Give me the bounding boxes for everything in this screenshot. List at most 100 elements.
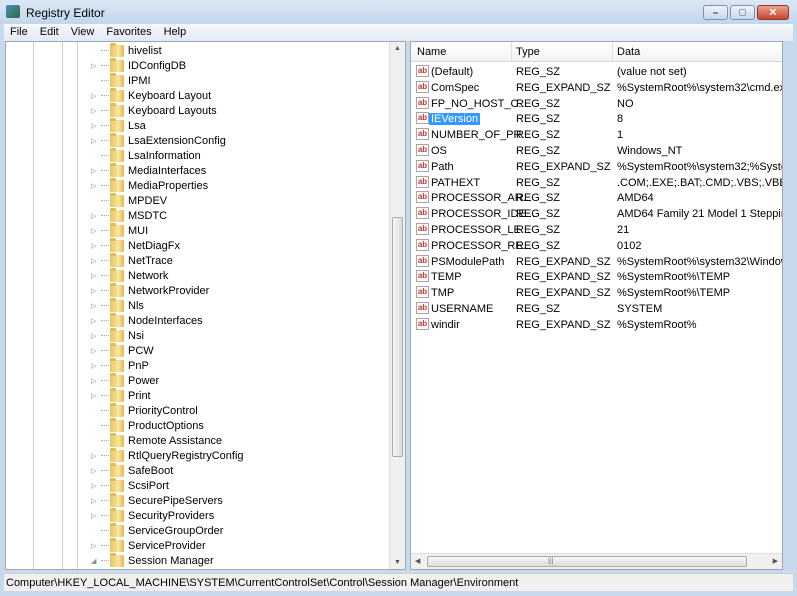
- tree-item[interactable]: ▷ ServiceProvider: [91, 537, 206, 553]
- maximize-button[interactable]: □: [730, 5, 755, 20]
- value-row[interactable]: ab PROCESSOR_RE... REG_SZ 0102: [411, 238, 782, 254]
- expand-arrow-icon[interactable]: ▷: [91, 242, 101, 250]
- value-row[interactable]: ab FP_NO_HOST_C... REG_SZ NO: [411, 96, 782, 112]
- value-row[interactable]: ab ComSpec REG_EXPAND_SZ %SystemRoot%\syste…: [411, 80, 782, 96]
- tree-item[interactable]: ▷ LsaExtensionConfig: [91, 132, 226, 148]
- tree-item[interactable]: ▷ RtlQueryRegistryConfig: [91, 447, 244, 463]
- value-row[interactable]: ab windir REG_EXPAND_SZ %SystemRoot%: [411, 317, 782, 333]
- tree-vertical-scrollbar[interactable]: ▲ ▼: [389, 42, 405, 569]
- value-row[interactable]: ab Path REG_EXPAND_SZ %SystemRoot%\system32…: [411, 159, 782, 175]
- column-data[interactable]: Data: [617, 46, 640, 58]
- value-row[interactable]: ab PROCESSOR_AR... REG_SZ AMD64: [411, 190, 782, 206]
- tree-item[interactable]: ▷ IDConfigDB: [91, 57, 186, 73]
- value-row[interactable]: ab PATHEXT REG_SZ .COM;.EXE;.BAT;.CMD;.VBS;…: [411, 175, 782, 191]
- list-horizontal-scrollbar[interactable]: ◀ ||| ▶: [411, 553, 782, 569]
- expand-arrow-icon[interactable]: ▷: [91, 332, 101, 340]
- value-row[interactable]: ab NUMBER_OF_PR... REG_SZ 1: [411, 127, 782, 143]
- scroll-thumb[interactable]: [392, 217, 403, 457]
- value-row[interactable]: ab PROCESSOR_IDE... REG_SZ AMD64 Family 21 …: [411, 206, 782, 222]
- tree-item[interactable]: ▷ NodeInterfaces: [91, 312, 203, 328]
- scroll-left-icon[interactable]: ◀: [415, 557, 420, 565]
- value-row[interactable]: ab (Default) REG_SZ (value not set): [411, 64, 782, 80]
- menu-favorites[interactable]: Favorites: [100, 24, 157, 41]
- tree-item[interactable]: ServiceGroupOrder: [91, 522, 223, 538]
- tree-item[interactable]: ▷ NetDiagFx: [91, 237, 180, 253]
- expand-arrow-icon[interactable]: ▷: [91, 107, 101, 115]
- expand-arrow-icon[interactable]: ▷: [91, 62, 101, 70]
- tree-item[interactable]: ▷ NetworkProvider: [91, 282, 209, 298]
- close-button[interactable]: ✕: [757, 5, 789, 20]
- expand-arrow-icon[interactable]: ▷: [91, 512, 101, 520]
- expand-arrow-icon[interactable]: ▷: [91, 257, 101, 265]
- tree-item[interactable]: LsaInformation: [91, 147, 201, 163]
- value-row[interactable]: ab PROCESSOR_LE... REG_SZ 21: [411, 222, 782, 238]
- value-row[interactable]: ab IEVersion REG_SZ 8: [411, 111, 782, 127]
- tree-item[interactable]: ProductOptions: [91, 417, 204, 433]
- value-row[interactable]: ab OS REG_SZ Windows_NT: [411, 143, 782, 159]
- expand-arrow-icon[interactable]: ▷: [91, 347, 101, 355]
- expand-arrow-icon[interactable]: ▷: [91, 452, 101, 460]
- expand-arrow-icon[interactable]: ▷: [91, 92, 101, 100]
- tree-item[interactable]: ▷ NetTrace: [91, 252, 173, 268]
- scroll-up-icon[interactable]: ▲: [394, 45, 401, 52]
- scroll-thumb[interactable]: |||: [427, 556, 747, 567]
- expand-arrow-icon[interactable]: ▷: [91, 122, 101, 130]
- tree-item[interactable]: PriorityControl: [91, 402, 198, 418]
- tree-item[interactable]: IPMI: [91, 72, 151, 88]
- value-row[interactable]: ab TEMP REG_EXPAND_SZ %SystemRoot%\TEMP: [411, 269, 782, 285]
- tree-item[interactable]: ▷ Keyboard Layout: [91, 87, 211, 103]
- expand-arrow-icon[interactable]: ▷: [91, 317, 101, 325]
- tree-item[interactable]: ▷ MUI: [91, 222, 148, 238]
- tree-item[interactable]: ▷ SecurityProviders: [91, 507, 214, 523]
- value-row[interactable]: ab USERNAME REG_SZ SYSTEM: [411, 301, 782, 317]
- expand-arrow-icon[interactable]: ▷: [91, 482, 101, 490]
- collapse-arrow-icon[interactable]: ◢: [91, 557, 101, 565]
- expand-arrow-icon[interactable]: ▷: [91, 182, 101, 190]
- tree-item[interactable]: MPDEV: [91, 192, 167, 208]
- expand-arrow-icon[interactable]: ▷: [91, 167, 101, 175]
- expand-arrow-icon[interactable]: ▷: [91, 467, 101, 475]
- tree-item[interactable]: ▷ Nsi: [91, 327, 144, 343]
- expand-arrow-icon[interactable]: ▷: [91, 392, 101, 400]
- expand-arrow-icon[interactable]: ▷: [91, 137, 101, 145]
- tree-item[interactable]: ▷ Print: [91, 387, 151, 403]
- tree-item[interactable]: ▷ Nls: [91, 297, 144, 313]
- value-row[interactable]: ab PSModulePath REG_EXPAND_SZ %SystemRoot%\…: [411, 254, 782, 270]
- menu-file[interactable]: File: [4, 24, 34, 41]
- tree-item[interactable]: hivelist: [91, 42, 162, 58]
- expand-arrow-icon[interactable]: ▷: [91, 227, 101, 235]
- tree-item[interactable]: ▷ SecurePipeServers: [91, 492, 223, 508]
- tree-item[interactable]: ▷ ScsiPort: [91, 477, 169, 493]
- tree-item[interactable]: ▷ Power: [91, 372, 159, 388]
- expand-arrow-icon[interactable]: ▷: [91, 212, 101, 220]
- tree-item[interactable]: ▷ MSDTC: [91, 207, 167, 223]
- tree-item[interactable]: ▷ MediaProperties: [91, 177, 208, 193]
- expand-arrow-icon[interactable]: ▷: [91, 497, 101, 505]
- minimize-button[interactable]: –: [703, 5, 728, 20]
- column-type[interactable]: Type: [516, 46, 540, 58]
- expand-arrow-icon[interactable]: ▷: [91, 542, 101, 550]
- tree-item[interactable]: Remote Assistance: [91, 432, 222, 448]
- menu-help[interactable]: Help: [158, 24, 193, 41]
- tree-item[interactable]: ▷ Network: [91, 267, 168, 283]
- tree-item[interactable]: ▷ MediaInterfaces: [91, 162, 206, 178]
- column-name[interactable]: Name: [417, 46, 446, 58]
- expand-arrow-icon[interactable]: ▷: [91, 362, 101, 370]
- expand-arrow-icon[interactable]: ▷: [91, 377, 101, 385]
- expand-arrow-icon[interactable]: ▷: [91, 302, 101, 310]
- scroll-down-icon[interactable]: ▼: [394, 559, 401, 566]
- tree-item[interactable]: ▷ Keyboard Layouts: [91, 102, 217, 118]
- tree-item[interactable]: ▷ PnP: [91, 357, 149, 373]
- tree-item[interactable]: ▷ Lsa: [91, 117, 146, 133]
- menu-edit[interactable]: Edit: [34, 24, 65, 41]
- menu-view[interactable]: View: [65, 24, 101, 41]
- tree-item[interactable]: ▷ SafeBoot: [91, 462, 173, 478]
- expand-arrow-icon[interactable]: ▷: [91, 272, 101, 280]
- scroll-right-icon[interactable]: ▶: [773, 557, 778, 565]
- tree-item[interactable]: ◢ Session Manager: [91, 552, 214, 568]
- values-list[interactable]: Name Type Data ◀ ||| ▶ ab (Default) REG_SZ…: [410, 41, 783, 570]
- value-row[interactable]: ab TMP REG_EXPAND_SZ %SystemRoot%\TEMP: [411, 285, 782, 301]
- expand-arrow-icon[interactable]: ▷: [91, 287, 101, 295]
- tree-item[interactable]: ▷ PCW: [91, 342, 154, 358]
- registry-tree[interactable]: ▲ ▼ hivelist ▷ IDConfigDB IPMI ▷ Keyboard Lay…: [5, 41, 406, 570]
